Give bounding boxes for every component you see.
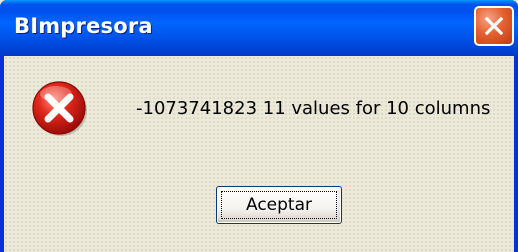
error-message: -1073741823 11 values for 10 columns <box>136 98 491 119</box>
close-icon <box>485 17 503 35</box>
title-bar[interactable]: BImpresora <box>0 0 518 56</box>
close-button[interactable] <box>474 6 514 46</box>
ok-button[interactable]: Aceptar <box>216 186 342 224</box>
dialog-body: -1073741823 11 values for 10 columns Ace… <box>4 56 514 252</box>
ok-button-label: Aceptar <box>246 195 312 215</box>
message-dialog: BImpresora -1073741823 11 values for 10 … <box>0 0 518 252</box>
error-icon <box>32 81 87 136</box>
window-title: BImpresora <box>14 14 153 38</box>
